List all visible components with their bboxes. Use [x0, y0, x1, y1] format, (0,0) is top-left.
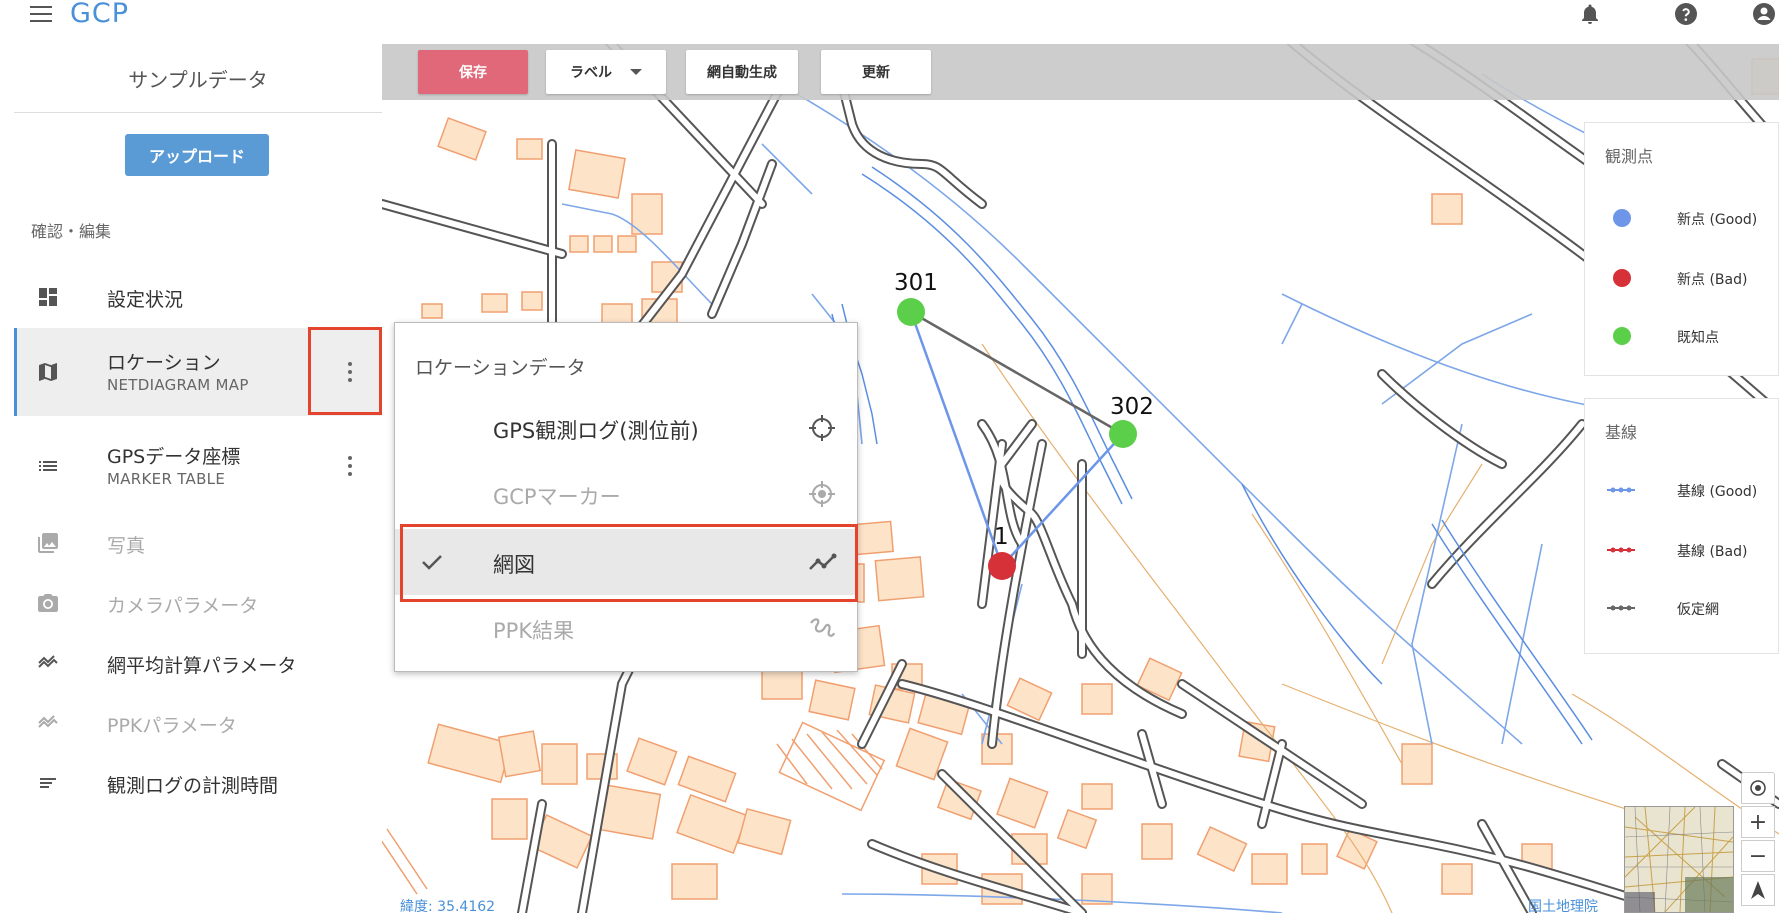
sidebar-item-photos[interactable]: 写真	[14, 522, 382, 582]
hamburger-menu-icon[interactable]	[30, 6, 52, 22]
legend-row: 仮定網	[1585, 593, 1779, 623]
sidebar-item-settings-status[interactable]: 設定状況	[14, 268, 382, 328]
legend-label: 基線 (Bad)	[1677, 544, 1748, 560]
map-icon	[36, 360, 60, 384]
trending-icon	[36, 711, 60, 735]
legend-dot-icon	[1613, 209, 1631, 227]
baseline-assumed[interactable]	[910, 310, 1124, 436]
auto-generate-network-button[interactable]: 網自動生成	[686, 50, 798, 94]
legend-row: 基線 (Bad)	[1585, 535, 1779, 565]
gesture-icon	[807, 613, 837, 643]
legend-title: 基線	[1605, 423, 1638, 442]
label-select[interactable]: ラベル	[546, 50, 666, 94]
more-vert-icon[interactable]	[346, 456, 354, 480]
app-title: GCP	[70, 0, 130, 29]
menu-item-label: PPK結果	[493, 619, 575, 643]
camera-icon	[36, 591, 60, 615]
baseline-good[interactable]	[1001, 433, 1124, 567]
legend-title: 観測点	[1605, 147, 1654, 166]
marker-label: 302	[1110, 394, 1154, 420]
sidebar-item-observation-log-time[interactable]: 観測ログの計測時間	[14, 762, 382, 822]
bell-icon[interactable]	[1578, 2, 1602, 26]
project-name: サンプルデータ	[128, 68, 268, 92]
sidebar-item-label: 観測ログの計測時間	[107, 775, 279, 797]
legend-row: 基線 (Good)	[1585, 475, 1779, 505]
locate-icon[interactable]	[1741, 772, 1775, 804]
short-text-icon	[36, 771, 60, 795]
account-icon[interactable]	[1752, 2, 1776, 26]
known-point-marker[interactable]	[1109, 420, 1137, 448]
label-select-value: ラベル	[570, 65, 612, 81]
sidebar-item-label: PPKパラメータ	[107, 715, 237, 737]
sidebar-item-label: 写真	[107, 535, 146, 557]
legend-line-icon	[1607, 487, 1635, 493]
refresh-button[interactable]: 更新	[821, 50, 931, 94]
caret-down-icon	[630, 69, 642, 75]
dashboard-icon	[36, 285, 60, 309]
sidebar-item-ppk-params[interactable]: PPKパラメータ	[14, 702, 382, 762]
gps-fixed-icon	[807, 479, 837, 509]
upload-button[interactable]: アップロード	[125, 134, 269, 176]
sidebar-item-label: 網平均計算パラメータ	[107, 655, 297, 677]
legend-baselines: 基線 基線 (Good) 基線 (Bad) 仮定網	[1584, 398, 1779, 654]
sidebar-item-sublabel: MARKER TABLE	[107, 470, 226, 488]
divider	[14, 112, 382, 113]
legend-dot-icon	[1613, 327, 1631, 345]
marker-label: 1	[994, 524, 1009, 550]
sidebar-item-camera-params[interactable]: カメラパラメータ	[14, 582, 382, 642]
legend-line-icon	[1607, 547, 1635, 553]
save-button[interactable]: 保存	[418, 50, 528, 94]
legend-row: 既知点	[1585, 321, 1779, 351]
sidebar-item-location[interactable]: ロケーション NETDIAGRAM MAP	[14, 328, 382, 416]
menu-item-gcp-marker[interactable]: GCPマーカー	[395, 461, 857, 527]
sidebar-item-gps-data[interactable]: GPSデータ座標 MARKER TABLE	[14, 428, 382, 504]
legend-line-icon	[1607, 605, 1635, 611]
sidebar-item-network-adjust-params[interactable]: 網平均計算パラメータ	[14, 642, 382, 702]
known-point-marker[interactable]	[897, 298, 925, 326]
sidebar: サンプルデータ アップロード 確認・編集 設定状況 ロケーション NETDIAG…	[14, 44, 382, 913]
menu-item-network-diagram[interactable]: 網図	[395, 529, 857, 595]
legend-label: 新点 (Good)	[1677, 212, 1758, 228]
baseline-good[interactable]	[909, 311, 1004, 567]
menu-item-label: GCPマーカー	[493, 485, 621, 509]
sidebar-item-label: カメラパラメータ	[107, 595, 259, 617]
photo-library-icon	[36, 531, 60, 555]
menu-item-ppk-results[interactable]: PPK結果	[395, 595, 857, 661]
list-icon	[36, 454, 60, 478]
legend-observation-points: 観測点 新点 (Good) 新点 (Bad) 既知点	[1584, 122, 1779, 376]
crosshair-icon	[807, 413, 837, 443]
check-icon	[419, 549, 445, 575]
north-arrow-icon[interactable]	[1741, 874, 1775, 906]
legend-label: 基線 (Good)	[1677, 484, 1758, 500]
menu-header: ロケーションデータ	[415, 357, 586, 379]
trending-icon	[36, 651, 60, 675]
zoom-out-icon[interactable]: −	[1741, 840, 1775, 872]
legend-row: 新点 (Good)	[1585, 203, 1779, 233]
legend-dot-icon	[1613, 269, 1631, 287]
polyline-icon	[807, 547, 837, 577]
attribution-link[interactable]: 国土地理院	[1528, 896, 1598, 913]
menu-item-label: 網図	[493, 553, 535, 577]
legend-label: 既知点	[1677, 330, 1719, 346]
sidebar-item-label: GPSデータ座標	[107, 446, 241, 468]
zoom-in-icon[interactable]: +	[1741, 806, 1775, 838]
legend-label: 新点 (Bad)	[1677, 272, 1748, 288]
marker-label: 301	[894, 270, 938, 296]
location-data-menu: ロケーションデータ GPS観測ログ(測位前) GCPマーカー 網図 PPK結果	[394, 322, 858, 672]
legend-label: 仮定網	[1677, 602, 1719, 618]
new-point-bad-marker[interactable]	[988, 552, 1016, 580]
top-app-bar: GCP	[0, 0, 1779, 36]
section-label: 確認・編集	[31, 222, 112, 241]
legend-row: 新点 (Bad)	[1585, 263, 1779, 293]
sidebar-item-label: 設定状況	[107, 289, 184, 311]
minimap[interactable]	[1624, 806, 1734, 913]
sidebar-item-sublabel: NETDIAGRAM MAP	[107, 376, 249, 394]
help-icon[interactable]	[1674, 2, 1698, 26]
latitude-readout: 緯度: 35.4162	[400, 899, 496, 913]
menu-item-label: GPS観測ログ(測位前)	[493, 419, 699, 443]
map-toolbar: 保存 ラベル 網自動生成 更新	[382, 44, 1779, 100]
more-vert-icon[interactable]	[346, 362, 354, 386]
menu-item-gps-log[interactable]: GPS観測ログ(測位前)	[395, 395, 857, 461]
sidebar-item-label: ロケーション	[107, 352, 221, 374]
